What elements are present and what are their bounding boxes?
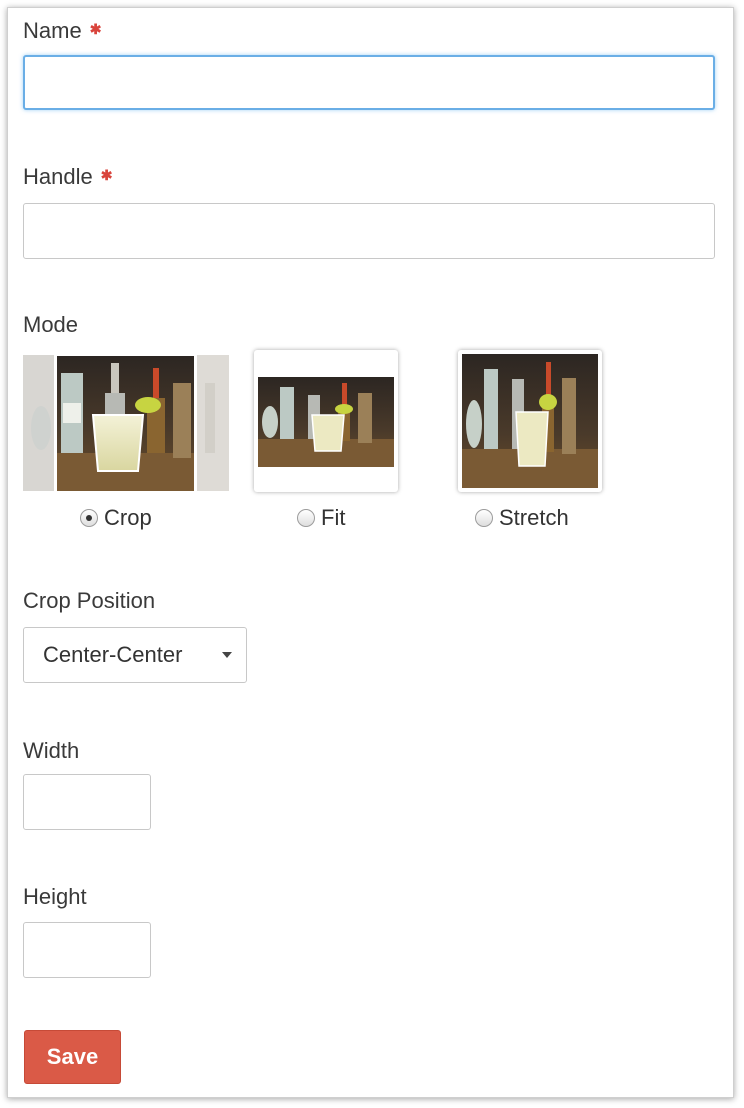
transform-form-panel: Name ✱ Handle ✱ Mode Crop Fit Stretch Cr… — [7, 7, 734, 1098]
fit-radio[interactable] — [297, 509, 315, 527]
stretch-radio[interactable] — [475, 509, 493, 527]
save-button[interactable]: Save — [24, 1030, 121, 1084]
handle-input[interactable] — [23, 203, 715, 259]
stretch-mode-thumbnail[interactable] — [458, 350, 602, 492]
fit-mode-image — [258, 377, 394, 467]
width-input[interactable] — [23, 774, 151, 830]
height-input[interactable] — [23, 922, 151, 978]
crop-radio[interactable] — [80, 509, 98, 527]
mode-fit-radio-row[interactable]: Fit — [297, 505, 345, 531]
fit-radio-label: Fit — [321, 505, 346, 530]
crop-position-label: Crop Position — [23, 588, 156, 613]
handle-label-text: Handle — [23, 164, 93, 189]
mode-crop-radio-row[interactable]: Crop — [80, 505, 152, 531]
crop-position-select[interactable]: Center-Center — [23, 627, 247, 683]
mode-stretch-radio-row[interactable]: Stretch — [475, 505, 569, 531]
stretch-radio-label: Stretch — [499, 505, 569, 530]
name-label: Name ✱ — [23, 18, 101, 44]
name-required-marker: ✱ — [89, 21, 102, 37]
fit-mode-thumbnail[interactable] — [254, 350, 398, 492]
name-label-text: Name — [23, 18, 82, 43]
handle-required-marker: ✱ — [100, 167, 113, 183]
crop-position-selected-value: Center-Center — [43, 642, 183, 667]
height-label: Height — [23, 884, 87, 909]
handle-label: Handle ✱ — [23, 164, 112, 190]
crop-mode-image[interactable] — [23, 353, 229, 496]
width-label: Width — [23, 738, 80, 763]
name-input[interactable] — [23, 55, 715, 110]
mode-label: Mode — [23, 312, 79, 337]
radio-selected-dot — [86, 515, 92, 521]
crop-radio-label: Crop — [104, 505, 152, 530]
stretch-mode-image — [462, 354, 598, 488]
chevron-down-icon — [222, 652, 232, 658]
